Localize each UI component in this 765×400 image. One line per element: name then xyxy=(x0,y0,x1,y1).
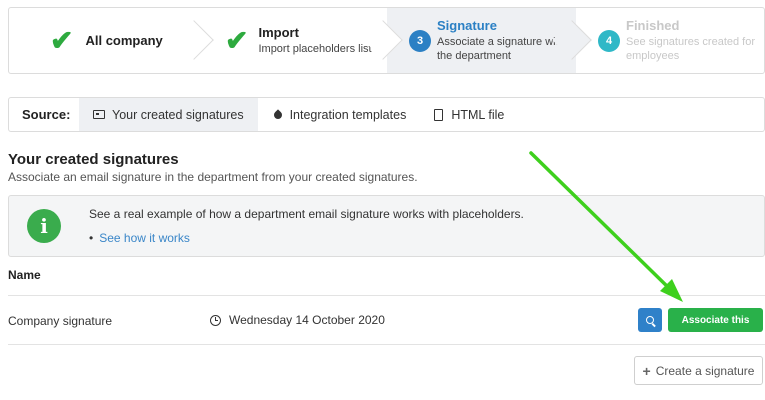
create-signature-button[interactable]: + Create a signature xyxy=(634,356,763,385)
step-title: Signature xyxy=(437,18,497,33)
step-import[interactable]: ✔ Import Import placeholders list xyxy=(198,8,403,73)
source-selector: Source: Your created signatures Integrat… xyxy=(8,97,765,132)
step-subtitle-line1: See signatures created for xyxy=(626,36,756,48)
wizard-stepper: ✔ All company ✔ Import Import placeholde… xyxy=(8,7,765,74)
step-title: Finished xyxy=(626,18,680,33)
section-title: Your created signatures xyxy=(8,151,179,168)
info-text: See a real example of how a department e… xyxy=(89,207,524,221)
step-number-badge: 3 xyxy=(409,29,431,52)
source-label: Source: xyxy=(22,107,71,122)
preview-button[interactable] xyxy=(638,308,662,332)
drop-icon xyxy=(271,108,284,121)
step-subtitle-line1: Associate a signature with xyxy=(437,36,565,48)
step-subtitle-line2: the department xyxy=(437,50,511,62)
date-text: Wednesday 14 October 2020 xyxy=(229,313,385,327)
signature-date: Wednesday 14 October 2020 xyxy=(210,313,385,327)
tab-your-created-signatures[interactable]: Your created signatures xyxy=(79,98,258,131)
step-all-company[interactable]: ✔ All company xyxy=(9,8,214,73)
file-code-icon xyxy=(434,108,444,121)
create-signature-label: Create a signature xyxy=(655,363,755,378)
checkmark-icon: ✔ xyxy=(50,24,74,56)
info-box: i See a real example of how a department… xyxy=(8,195,765,257)
arrow-head-icon xyxy=(660,279,683,302)
tab-html-file[interactable]: HTML file xyxy=(420,98,518,131)
clock-icon xyxy=(210,314,221,326)
step-title: Import xyxy=(258,25,299,40)
step-signature[interactable]: 3 Signature Associate a signature with t… xyxy=(387,8,592,73)
column-header-name: Name xyxy=(8,268,41,282)
zoom-in-icon xyxy=(646,316,654,324)
step-subtitle-line2: employees xyxy=(626,50,680,62)
signature-name: Company signature xyxy=(8,314,113,328)
step-finished[interactable]: 4 Finished See signatures created for em… xyxy=(576,8,764,73)
info-link-item: • See how it works xyxy=(89,231,190,245)
info-icon: i xyxy=(27,209,61,243)
divider xyxy=(8,295,765,296)
step-number-badge: 4 xyxy=(598,29,620,52)
step-subtitle: Import placeholders list xyxy=(258,43,372,55)
tab-label: Your created signatures xyxy=(112,107,244,122)
id-card-icon xyxy=(93,110,105,119)
tab-integration-templates[interactable]: Integration templates xyxy=(258,98,421,131)
tab-label: Integration templates xyxy=(289,107,407,122)
associate-this-button[interactable]: Associate this xyxy=(668,308,763,332)
bullet-icon: • xyxy=(89,231,94,245)
step-title: All company xyxy=(85,33,163,48)
checkmark-icon: ✔ xyxy=(225,24,249,56)
plus-icon: + xyxy=(642,362,651,379)
see-how-it-works-link[interactable]: See how it works xyxy=(99,231,190,245)
section-subtitle: Associate an email signature in the depa… xyxy=(8,170,418,184)
divider xyxy=(8,344,765,345)
tab-label: HTML file xyxy=(451,107,505,122)
